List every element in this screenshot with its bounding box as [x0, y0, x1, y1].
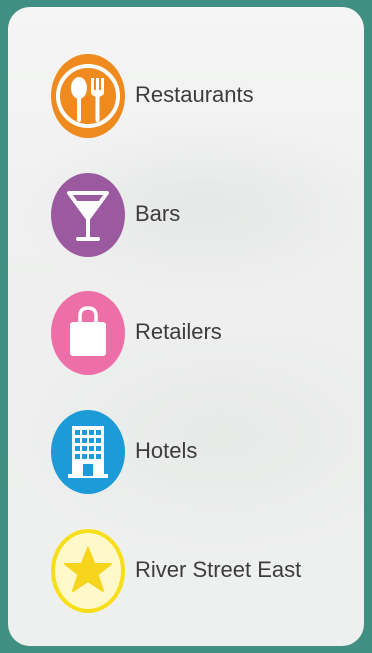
menu-item-label: Retailers — [135, 319, 222, 344]
menu-item-river-street-east[interactable]: River Street East — [8, 526, 364, 616]
menu-item-restaurants[interactable]: Restaurants — [8, 51, 364, 141]
restaurant-icon — [51, 54, 125, 138]
menu-item-label: Hotels — [135, 438, 198, 463]
menu-item-label: Restaurants — [135, 82, 254, 107]
star-icon — [51, 529, 125, 613]
menu-item-bars[interactable]: Bars — [8, 170, 364, 260]
category-panel: Restaurants Bars Retailers Hotels River … — [8, 7, 364, 646]
menu-item-hotels[interactable]: Hotels — [8, 407, 364, 497]
hotel-icon — [51, 410, 125, 494]
menu-item-label: Bars — [135, 201, 181, 226]
menu-item-retailers[interactable]: Retailers — [8, 288, 364, 378]
menu-item-label: River Street East — [135, 557, 302, 582]
shopping-bag-icon — [51, 291, 125, 375]
cocktail-icon — [51, 173, 125, 257]
